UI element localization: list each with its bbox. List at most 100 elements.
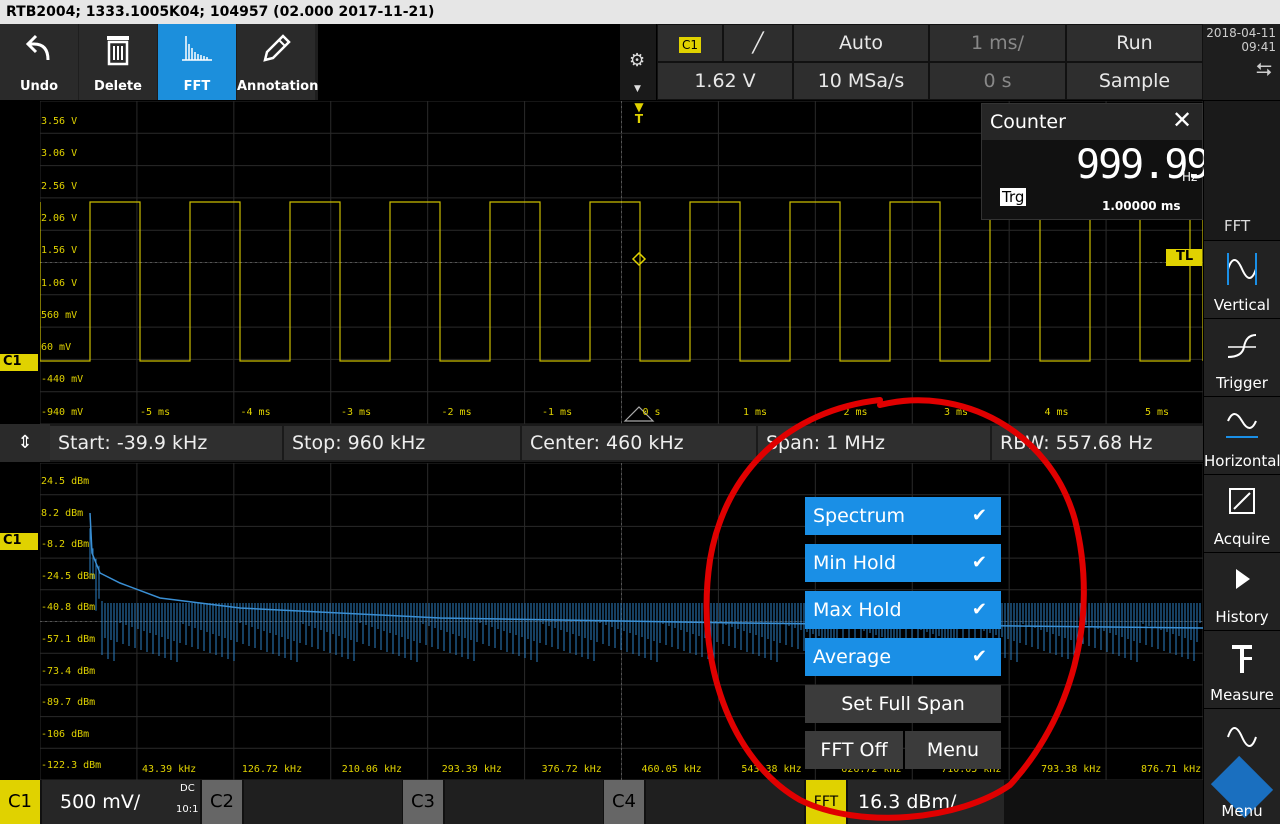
sidebar-horizontal-label: Horizontal (1204, 452, 1280, 470)
trigger-edge-icon (1227, 334, 1257, 358)
fft-x-label: 293.39 kHz (441, 764, 502, 775)
undo-button[interactable]: Undo (0, 24, 78, 100)
fft-x-label: 210.06 kHz (341, 764, 403, 775)
trigger-level[interactable]: 1.62 V (657, 62, 793, 100)
time-y-label: 1.06 V (41, 277, 78, 289)
fft-scale[interactable]: 16.3 dBm/ (848, 780, 1004, 824)
c1-scale: 500 mV/ (60, 791, 141, 813)
time-y-label: 3.06 V (41, 148, 78, 160)
time-x-label: -3 ms (341, 407, 372, 418)
time-x-label: 0 s (642, 407, 661, 418)
menu-button[interactable]: Menu (905, 731, 1001, 769)
time-x-label: -4 ms (240, 407, 271, 418)
fft-center[interactable]: Center: 460 kHz (522, 426, 756, 460)
c2-tag[interactable]: C2 (202, 780, 242, 824)
time-x-label: 2 ms (843, 407, 868, 418)
close-icon[interactable]: ✕ (1172, 106, 1192, 134)
set-full-span-button[interactable]: Set Full Span (805, 685, 1001, 723)
sidebar-vertical[interactable]: Vertical (1204, 240, 1280, 318)
sine-horizontal-icon (1226, 413, 1258, 438)
time-y-label: 60 mV (41, 342, 72, 354)
trigger-position-marker[interactable]: ▼ T (632, 101, 646, 127)
time-y-label: 3.56 V (41, 116, 78, 127)
fft-grid[interactable] (39, 462, 1204, 781)
fft-off-button[interactable]: FFT Off (805, 731, 903, 769)
time-x-label: 1 ms (743, 407, 768, 418)
sidebar-history[interactable]: History (1204, 552, 1280, 630)
channel-bar: C1 500 mV/ DC 10:1 C2 C3 C4 FFT 16.3 dBm… (0, 780, 1203, 824)
sidebar-acquire-label: Acquire (1213, 530, 1271, 548)
fft-x-label: 460.05 kHz (641, 764, 702, 775)
trigger-slope[interactable]: ╱ (723, 24, 793, 62)
fft-x-label: 126.72 kHz (241, 764, 303, 775)
trigger-mode[interactable]: Auto (793, 24, 929, 62)
menu-min-hold[interactable]: Min Hold ✔ (805, 544, 1001, 582)
menu-average-label: Average (813, 646, 892, 668)
trigger-source[interactable]: C1 (657, 24, 723, 62)
measure-icon (1232, 645, 1252, 673)
sidebar-menu[interactable]: Menu (1204, 708, 1280, 824)
c4-settings[interactable] (646, 780, 804, 824)
chevron-down-icon: ▼ (634, 84, 641, 94)
sidebar-fft-partial: FFT (1224, 217, 1251, 235)
annotation-button[interactable]: Annotation (237, 24, 318, 100)
fft-button[interactable]: FFT (158, 24, 236, 100)
date: 2018-04-11 (1206, 26, 1276, 40)
fft-start[interactable]: Start: -39.9 kHz (50, 426, 282, 460)
menu-spectrum[interactable]: Spectrum ✔ (805, 497, 1001, 535)
trash-icon (107, 36, 129, 66)
c4-tag[interactable]: C4 (604, 780, 644, 824)
resize-icon[interactable]: ⇕ (0, 424, 50, 462)
trigger-source-tag: C1 (678, 37, 701, 53)
fft-tag[interactable]: FFT (806, 780, 846, 824)
sine-arrows-icon (1227, 253, 1257, 285)
fft-x-label: 876.71 kHz (1141, 764, 1202, 775)
counter-title: Counter (990, 111, 1066, 133)
counter-unit: Hz (1182, 170, 1198, 184)
menu-max-hold[interactable]: Max Hold ✔ (805, 591, 1001, 629)
fft-c1-marker[interactable]: C1 (0, 533, 38, 550)
run-stop-button[interactable]: Run (1066, 24, 1203, 62)
counter-period: 1.00000 ms (1102, 199, 1181, 213)
fft-stop[interactable]: Stop: 960 kHz (284, 426, 520, 460)
fft-y-label: -24.5 dBm (41, 570, 96, 582)
sidebar-menu-label: Menu (1221, 802, 1263, 820)
c1-offset-marker[interactable]: C1 (0, 354, 38, 371)
delete-button[interactable]: Delete (79, 24, 157, 100)
undo-label: Undo (19, 79, 59, 94)
c1-settings[interactable]: 500 mV/ DC 10:1 (42, 780, 200, 824)
sidebar: FFT Vertical Trigger Horizontal Acquire … (1204, 100, 1280, 824)
fft-label: FFT (183, 79, 211, 94)
sidebar-measure[interactable]: Measure (1204, 630, 1280, 708)
checkmark-icon: ✔ (971, 599, 987, 620)
sidebar-vertical-label: Vertical (1213, 296, 1271, 314)
fft-frequency-bar: ⇕ Start: -39.9 kHz Stop: 960 kHz Center:… (0, 424, 1203, 462)
c3-tag[interactable]: C3 (403, 780, 443, 824)
menu-spectrum-label: Spectrum (813, 505, 906, 527)
time-y-label: 2.06 V (41, 212, 78, 224)
menu-average[interactable]: Average ✔ (805, 638, 1001, 676)
c2-settings[interactable] (244, 780, 402, 824)
trigger-level-marker[interactable]: TL (1166, 249, 1202, 266)
sidebar-history-label: History (1215, 608, 1269, 626)
acquisition-mode[interactable]: Sample (1066, 62, 1203, 100)
c1-tag[interactable]: C1 (0, 780, 40, 824)
c3-settings[interactable] (445, 780, 603, 824)
sidebar-fft-item[interactable]: FFT (1204, 100, 1280, 240)
counter-source: Trg (1000, 188, 1027, 206)
window-title: RTB2004; 1333.1005K04; 104957 (02.000 20… (0, 0, 1280, 24)
pencil-icon (263, 34, 291, 62)
fft-span[interactable]: Span: 1 MHz (758, 426, 990, 460)
time-x-label: -2 ms (441, 407, 472, 418)
settings-button[interactable]: ⚙ ▼ (620, 24, 656, 100)
spectrum-trace (89, 528, 1201, 662)
timebase[interactable]: 1 ms/ (929, 24, 1066, 62)
fft-rbw[interactable]: RBW: 557.68 Hz (992, 426, 1203, 460)
time-x-label: -1 ms (542, 407, 573, 418)
sample-rate[interactable]: 10 MSa/s (793, 62, 929, 100)
sidebar-trigger[interactable]: Trigger (1204, 318, 1280, 396)
sidebar-horizontal[interactable]: Horizontal (1204, 396, 1280, 474)
horizontal-offset[interactable]: 0 s (929, 62, 1066, 100)
rising-edge-icon: ╱ (752, 32, 764, 54)
sidebar-acquire[interactable]: Acquire (1204, 474, 1280, 552)
